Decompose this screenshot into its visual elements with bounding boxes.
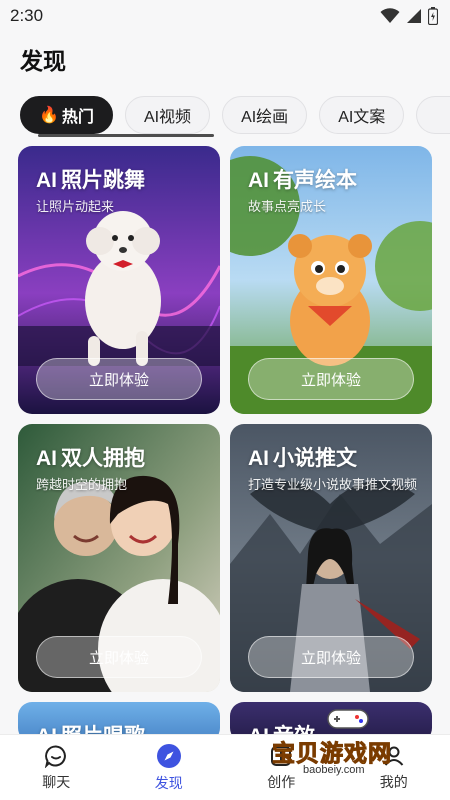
try-now-button[interactable]: 立即体验	[248, 636, 414, 678]
bottom-nav: 聊天 发现 创作 我的	[0, 734, 450, 800]
nav-label: 创作	[267, 773, 296, 790]
fire-icon: 🔥	[39, 107, 59, 124]
status-time: 2:30	[10, 6, 44, 25]
nav-create[interactable]: 创作	[225, 735, 338, 800]
tab-hot[interactable]: 🔥 热门	[20, 96, 113, 134]
profile-icon	[384, 746, 404, 766]
card-audio-picture-book[interactable]: AI 有声绘本 故事点亮成长 立即体验	[230, 146, 432, 414]
battery-icon	[428, 7, 438, 25]
tab-label: AI绘画	[241, 109, 289, 126]
card-title: AI 照片跳舞	[36, 169, 145, 192]
card-subtitle: 打造专业级小说故事推文视频	[248, 477, 418, 492]
nav-label: 发现	[154, 774, 183, 791]
nav-chat[interactable]: 聊天	[0, 735, 113, 800]
tab-more[interactable]	[416, 96, 450, 134]
card-subtitle: 跨越时空的拥抱	[36, 477, 128, 492]
nav-label: 我的	[379, 773, 408, 790]
tab-ai-painting[interactable]: AI绘画	[222, 96, 308, 134]
tab-label: AI视频	[143, 109, 192, 126]
card-photo-dance[interactable]: AI 照片跳舞 让照片动起来 立即体验	[18, 146, 220, 414]
create-icon	[271, 745, 292, 766]
status-icons	[380, 7, 438, 25]
compass-icon	[156, 743, 181, 768]
card-title: AI 小说推文	[248, 447, 357, 470]
card-title: AI 双人拥抱	[36, 447, 145, 470]
tab-label: AI文案	[338, 109, 386, 126]
nav-profile[interactable]: 我的	[338, 735, 450, 800]
try-now-button[interactable]: 立即体验	[248, 358, 414, 400]
try-now-button[interactable]: 立即体验	[36, 636, 202, 678]
signal-icon	[407, 9, 421, 23]
card-subtitle: 故事点亮成长	[248, 199, 327, 214]
category-tabs: 🔥 热门 AI视频 AI绘画 AI文案	[0, 96, 450, 136]
card-double-hug[interactable]: AI 双人拥抱 跨越时空的拥抱 立即体验	[18, 424, 220, 692]
wifi-icon	[380, 8, 400, 23]
status-bar: 2:30	[0, 0, 450, 32]
card-subtitle: 让照片动起来	[36, 199, 115, 214]
card-title: AI 有声绘本	[248, 169, 357, 192]
tab-ai-copywriting[interactable]: AI文案	[319, 96, 405, 134]
nav-label: 聊天	[42, 773, 71, 790]
tab-label: 热门	[61, 109, 94, 126]
try-now-button[interactable]: 立即体验	[36, 358, 202, 400]
nav-discover[interactable]: 发现	[113, 735, 226, 800]
tabs-scroll-indicator	[38, 134, 214, 137]
page-title: 发现	[20, 48, 66, 74]
tab-ai-video[interactable]: AI视频	[124, 96, 211, 134]
card-novel-promo[interactable]: AI 小说推文 打造专业级小说故事推文视频 立即体验	[230, 424, 432, 692]
chat-icon	[45, 745, 67, 768]
